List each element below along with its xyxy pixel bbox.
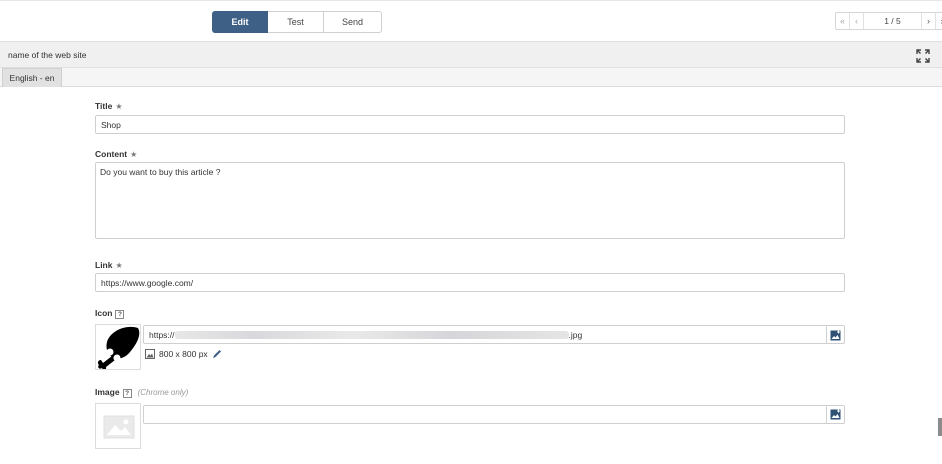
drumstick-icon <box>97 326 140 369</box>
link-label: Link ★ <box>95 260 123 270</box>
link-label-text: Link <box>95 260 113 270</box>
image-preview[interactable] <box>95 403 141 449</box>
content-textarea[interactable]: Do you want to buy this article ? <box>95 162 845 239</box>
site-header: name of the web site <box>0 41 942 68</box>
content-label-text: Content <box>95 149 128 159</box>
title-input[interactable] <box>95 115 845 134</box>
top-toolbar: Edit Test Send « ‹ 1 / 5 › » <box>0 0 942 41</box>
image-url-input[interactable] <box>143 405 845 424</box>
title-label-text: Title <box>95 101 113 111</box>
help-icon[interactable]: ? <box>115 310 125 319</box>
pencil-icon[interactable] <box>212 349 222 359</box>
form-area: Title★ Content★ Do you want to buy this … <box>0 87 942 464</box>
icon-picker-button[interactable] <box>826 326 844 344</box>
tab-send[interactable]: Send <box>324 11 382 33</box>
image-label-text: Image <box>95 387 120 397</box>
icon-preview[interactable] <box>95 324 141 370</box>
image-placeholder-icon <box>103 415 135 439</box>
icon-url-input[interactable]: https:// .jpg <box>143 325 845 344</box>
content-label: Content ★ <box>95 149 137 159</box>
image-picker-button[interactable] <box>826 405 844 424</box>
prev-page-button[interactable]: ‹ <box>850 13 864 29</box>
icon-label: Icon? <box>95 308 125 319</box>
next-page-button[interactable]: › <box>922 13 936 29</box>
required-star-icon: ★ <box>115 102 123 111</box>
icon-url-suffix: .jpg <box>568 329 583 340</box>
required-star-icon: ★ <box>130 150 138 159</box>
icon-dimensions-text: 800 x 800 px <box>159 349 208 359</box>
blurred-url <box>174 330 569 339</box>
help-icon[interactable]: ? <box>122 389 132 398</box>
link-input[interactable] <box>95 273 845 292</box>
image-hint: (Chrome only) <box>137 388 189 397</box>
image-picker-icon <box>830 330 841 340</box>
icon-dimensions: 800 x 800 px <box>145 349 226 359</box>
first-page-button[interactable]: « <box>836 13 850 29</box>
pagination: « ‹ 1 / 5 › » <box>835 12 942 30</box>
page-indicator: 1 / 5 <box>864 13 922 29</box>
tab-edit[interactable]: Edit <box>212 11 268 33</box>
mode-tabs: Edit Test Send <box>212 11 382 33</box>
language-tab-english[interactable]: English - en <box>2 68 62 87</box>
tab-test[interactable]: Test <box>268 11 324 33</box>
image-size-icon <box>145 349 155 359</box>
image-label: Image? (Chrome only) <box>95 387 188 398</box>
scrollbar-thumb[interactable] <box>938 418 942 436</box>
last-page-button[interactable]: » <box>936 13 942 29</box>
language-bar: English - en <box>0 68 942 87</box>
image-picker-icon <box>830 409 841 420</box>
icon-label-text: Icon <box>95 308 113 318</box>
title-label: Title ★ <box>95 101 123 111</box>
site-name: name of the web site <box>8 50 87 60</box>
icon-url-prefix: https:// <box>149 329 175 340</box>
required-star-icon: ★ <box>115 261 123 270</box>
expand-arrows-icon[interactable] <box>916 49 930 63</box>
